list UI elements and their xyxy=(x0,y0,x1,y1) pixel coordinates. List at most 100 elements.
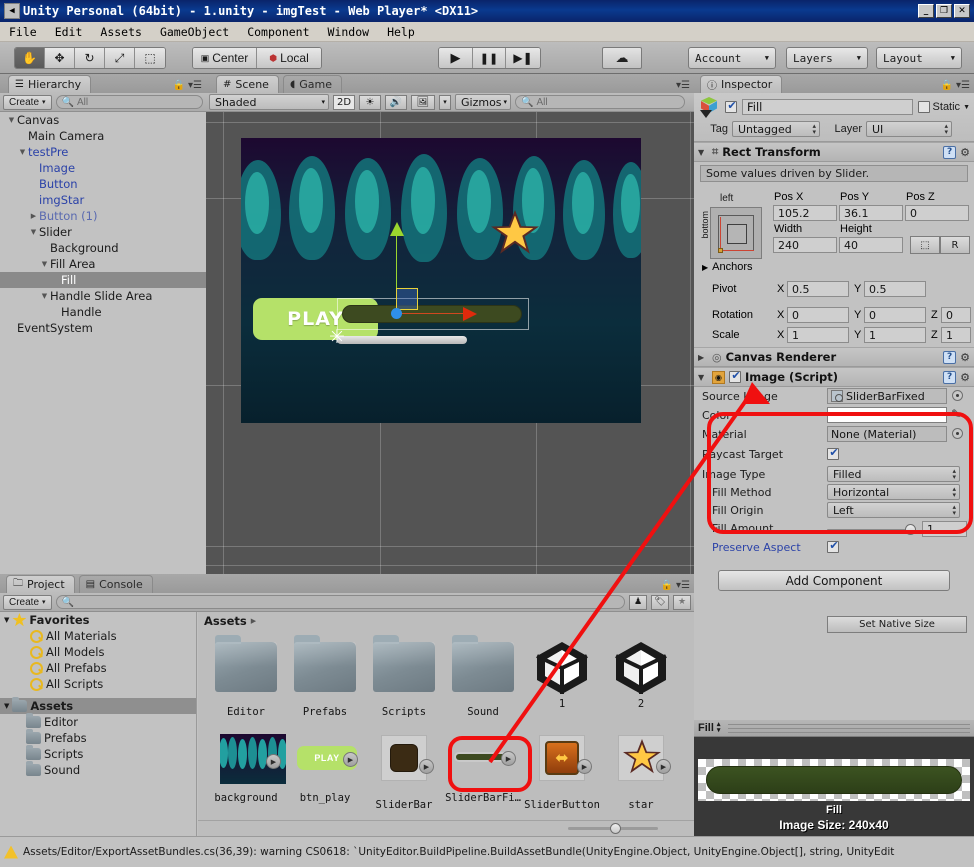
asset-grid[interactable]: Editor Prefabs Scripts Sound 1 2 ▶ backg… xyxy=(198,630,694,836)
foldout-icon[interactable]: ▶ xyxy=(698,353,708,362)
rotation-y-input[interactable]: 0 xyxy=(864,307,926,323)
menu-icon[interactable]: ▾☰ xyxy=(676,580,690,591)
foldout-icon[interactable]: ▼ xyxy=(39,260,50,268)
gizmos-dropdown[interactable]: Gizmos ▾ xyxy=(455,94,511,110)
raw-edit-button[interactable]: R xyxy=(940,236,970,254)
breadcrumb-assets[interactable]: Assets xyxy=(204,614,247,628)
posx-input[interactable]: 105.2 xyxy=(773,205,837,221)
hierarchy-item-testpre[interactable]: ▼ testPre xyxy=(0,144,206,160)
image-type-dropdown[interactable]: Filled ▴ ▾ xyxy=(827,466,960,482)
menu-icon[interactable]: ▾☰ xyxy=(188,80,202,91)
foldout-icon[interactable]: ▼ xyxy=(39,292,50,300)
menu-component[interactable]: Component xyxy=(238,23,318,41)
material-picker-button[interactable] xyxy=(952,428,963,439)
tab-scene[interactable]: # Scene xyxy=(216,75,279,93)
posy-input[interactable]: 36.1 xyxy=(839,205,903,221)
project-tree-all-prefabs[interactable]: All Prefabs xyxy=(0,660,196,676)
draw-mode-dropdown[interactable]: Shaded ▾ xyxy=(209,94,329,110)
foldout-icon[interactable]: ▼ xyxy=(17,148,28,156)
expand-arrow-icon[interactable]: ▶ xyxy=(343,752,358,767)
hierarchy-item-canvas[interactable]: ▼ Canvas xyxy=(0,112,206,128)
project-create-button[interactable]: Create ▾ xyxy=(3,594,52,610)
width-input[interactable]: 240 xyxy=(773,237,837,253)
toggle-2d-button[interactable]: 2D xyxy=(333,94,355,110)
rotation-z-input[interactable]: 0 xyxy=(941,307,971,323)
filter-type-icon[interactable]: ♟ xyxy=(629,594,647,610)
pause-button[interactable]: ❚❚ xyxy=(473,48,506,68)
hierarchy-item-image[interactable]: Image xyxy=(0,160,206,176)
material-field[interactable]: None (Material) xyxy=(827,426,947,442)
hand-tool-icon[interactable]: ✋ xyxy=(15,48,45,68)
step-button[interactable]: ▶❚ xyxy=(506,48,540,68)
pivot-rotation-button[interactable]: ⬢ Local xyxy=(257,48,321,68)
hierarchy-item-handle-slide-area[interactable]: ▼ Handle Slide Area xyxy=(0,288,206,304)
anchors-foldout[interactable]: ▶ Anchors xyxy=(702,261,753,273)
color-swatch-field[interactable] xyxy=(827,407,947,423)
status-bar[interactable]: Assets/Editor/ExportAssetBundles.cs(36,3… xyxy=(0,836,974,867)
expand-arrow-icon[interactable]: ▶ xyxy=(577,759,592,774)
fill-method-dropdown[interactable]: Horizontal ▴ ▾ xyxy=(827,484,960,500)
hierarchy-item-slider[interactable]: ▼ Slider xyxy=(0,224,206,240)
project-tree[interactable]: ▼ Favorites All Materials All Models All… xyxy=(0,612,197,836)
hierarchy-create-button[interactable]: Create ▾ xyxy=(3,94,52,110)
minimize-button[interactable]: _ xyxy=(918,4,934,18)
maximize-button[interactable]: ❐ xyxy=(936,4,952,18)
project-tree-favorites[interactable]: ▼ Favorites xyxy=(0,612,196,628)
gear-icon[interactable]: ⚙ xyxy=(960,351,970,364)
source-image-picker-button[interactable] xyxy=(952,390,963,401)
anchor-preset-button[interactable] xyxy=(710,207,762,259)
gear-icon[interactable]: ⚙ xyxy=(960,371,970,384)
hierarchy-item-button[interactable]: Button xyxy=(0,176,206,192)
preview-title-dropdown[interactable]: Fill ▴ ▾ xyxy=(694,721,724,734)
help-icon[interactable]: ? xyxy=(943,350,957,364)
menu-help[interactable]: Help xyxy=(378,23,424,41)
project-tree-all-models[interactable]: All Models xyxy=(0,644,196,660)
project-tree-assets[interactable]: ▼ Assets xyxy=(0,697,196,714)
foldout-icon[interactable]: ▼ xyxy=(4,702,9,710)
tab-hierarchy[interactable]: ☰ Hierarchy xyxy=(8,75,92,93)
foldout-icon[interactable]: ▼ xyxy=(698,148,708,157)
add-component-button[interactable]: Add Component xyxy=(718,570,950,591)
gameobject-active-checkbox[interactable] xyxy=(725,99,738,113)
fill-amount-slider[interactable] xyxy=(827,524,916,535)
image-enabled-checkbox[interactable] xyxy=(729,369,742,383)
hierarchy-item-main-camera[interactable]: Main Camera xyxy=(0,128,206,144)
menu-icon[interactable]: ▾☰ xyxy=(676,80,690,91)
lock-icon[interactable]: 🔒 xyxy=(941,80,953,91)
effects-dropdown-icon[interactable]: ▾ xyxy=(439,94,451,110)
cloud-button[interactable]: ☁ xyxy=(602,47,642,69)
rotation-x-input[interactable]: 0 xyxy=(787,307,849,323)
scale-tool-icon[interactable]: ⤢ xyxy=(105,48,135,68)
hierarchy-item-fill[interactable]: Fill xyxy=(0,272,206,288)
hierarchy-search-input[interactable]: 🔍 All xyxy=(55,95,203,109)
close-button[interactable]: ✕ xyxy=(954,4,970,18)
fill-amount-slider-knob[interactable] xyxy=(905,524,916,535)
tab-inspector[interactable]: ⓘ Inspector xyxy=(700,75,783,93)
gizmo-y-arrow-icon[interactable] xyxy=(390,222,404,236)
project-tree-scripts[interactable]: Scripts xyxy=(0,745,196,762)
help-icon[interactable]: ? xyxy=(943,145,957,159)
unity-icon[interactable]: ◀ xyxy=(4,3,20,19)
fill-origin-dropdown[interactable]: Left ▴ ▾ xyxy=(827,502,960,518)
project-tree-all-materials[interactable]: All Materials xyxy=(0,628,196,644)
gear-icon[interactable]: ⚙ xyxy=(960,146,970,159)
menu-assets[interactable]: Assets xyxy=(91,23,151,41)
layout-dropdown[interactable]: Layout ▼ xyxy=(876,47,962,69)
foldout-icon[interactable]: ▼ xyxy=(4,616,9,624)
chevron-down-icon[interactable]: ▼ xyxy=(963,104,970,111)
menu-gameobject[interactable]: GameObject xyxy=(151,23,238,41)
height-input[interactable]: 40 xyxy=(839,237,903,253)
preserve-aspect-checkbox[interactable] xyxy=(827,539,840,553)
asset-zoom-slider[interactable] xyxy=(568,823,658,834)
rotate-tool-icon[interactable]: ↻ xyxy=(75,48,105,68)
hierarchy-item-button-1[interactable]: ▶ Button (1) xyxy=(0,208,206,224)
scene-search-input[interactable]: 🔍 All xyxy=(515,95,685,109)
asset-item-scene-2[interactable]: 2 xyxy=(595,634,687,710)
scene-canvas[interactable]: PLAY ✳ xyxy=(206,112,694,574)
project-tree-editor[interactable]: Editor xyxy=(0,713,196,730)
pivot-mode-button[interactable]: ▣ Center xyxy=(193,48,257,68)
menu-file[interactable]: File xyxy=(0,23,46,41)
pivot-y-input[interactable]: 0.5 xyxy=(864,281,926,297)
tab-console[interactable]: ▤ Console xyxy=(78,575,153,593)
project-search-input[interactable]: 🔍 xyxy=(55,595,625,609)
